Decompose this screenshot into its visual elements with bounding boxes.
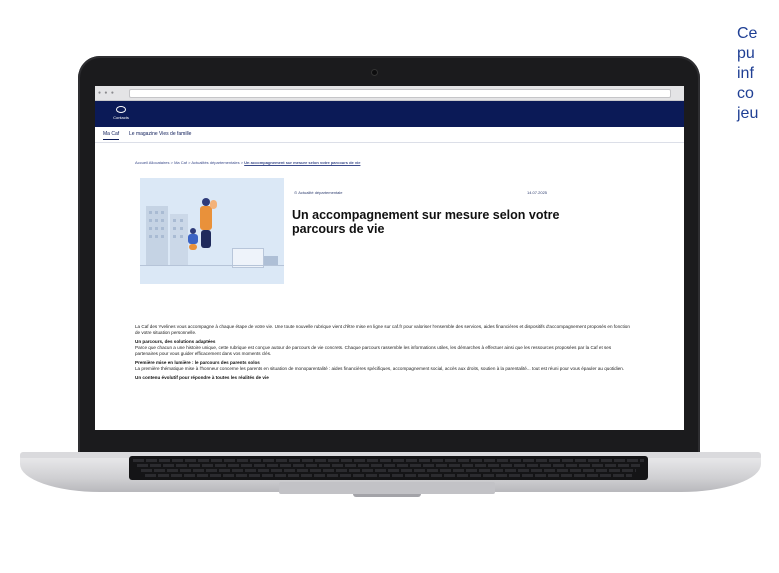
category-badge: ⊙ Actualité départementale [294,190,343,195]
hero-illustration [140,178,284,284]
key-row [141,469,636,472]
breadcrumb-item[interactable]: Accueil Allocataires [135,160,169,165]
nav-item-ma-caf[interactable]: Ma Caf [103,131,120,140]
paragraph-heading: Un contenu évolutif pour répondre à tout… [135,375,269,380]
article-paragraph: Un parcours, des solutions adaptées Parc… [135,339,635,357]
key-row [133,459,644,462]
child-body [188,234,198,244]
side-text-line: co [737,85,754,102]
address-bar[interactable] [129,89,671,98]
camera-icon [372,70,377,75]
child-legs [189,244,197,250]
article-paragraph: La Caf des Yvelines vous accompagne à ch… [135,324,635,336]
side-text-line: pu [737,45,755,62]
breadcrumb: Accueil Allocataires > Ma Caf > Actualit… [135,160,360,165]
key-row [145,474,632,477]
breadcrumb-item[interactable]: Ma Caf [174,160,187,165]
article-paragraph: Un contenu évolutif pour répondre à tout… [135,375,635,381]
paragraph-text: Parce que chacun a une histoire unique, … [135,345,612,356]
breadcrumb-separator: > [170,160,173,165]
browser-toolbar: ● ● ● [95,86,684,101]
contacts-link[interactable]: Contacts [107,106,135,121]
building-illustration [170,214,188,266]
ground-line [140,265,284,266]
badge-label: Actualité départementale [298,190,343,195]
window-controls-icon[interactable]: ● ● ● [98,90,115,96]
parent-legs [201,230,211,248]
article-body: La Caf des Yvelines vous accompagne à ch… [135,324,635,384]
eye-icon [116,106,126,113]
article-paragraph: Première mise en lumière : le parcours d… [135,360,635,372]
cropped-side-text: Ce pu inf co jeu [737,24,779,124]
paragraph-text: La première thématique mise à l'honneur … [135,366,625,371]
paragraph-text: La Caf des Yvelines vous accompagne à ch… [135,324,630,335]
parent-head [202,198,210,206]
contacts-label: Contacts [113,115,129,120]
laptop-screen: ● ● ● Contacts Ma Caf Le magazine Vies d… [95,86,684,430]
lid-notch [353,494,421,497]
trackpad[interactable] [279,482,495,494]
side-text-line: inf [737,65,754,82]
main-nav: Ma Caf Le magazine Vies de famille [95,127,684,143]
side-text-line: jeu [737,105,759,122]
side-text-line: Ce [737,25,758,42]
nav-item-magazine[interactable]: Le magazine Vies de famille [129,131,191,137]
breadcrumb-item[interactable]: Actualités départementales [191,160,239,165]
key-row [137,464,640,467]
article-date: 14.07.2025 [527,190,548,195]
baby-figure [210,200,217,209]
building-illustration [146,206,168,266]
breadcrumb-current[interactable]: Un accompagnement sur mesure selon votre… [244,160,360,165]
breadcrumb-separator: > [240,160,244,165]
article-title: Un accompagnement sur mesure selon votre… [292,208,560,236]
site-header: Contacts [95,101,684,127]
parent-body [200,206,212,230]
keyboard [129,456,648,480]
